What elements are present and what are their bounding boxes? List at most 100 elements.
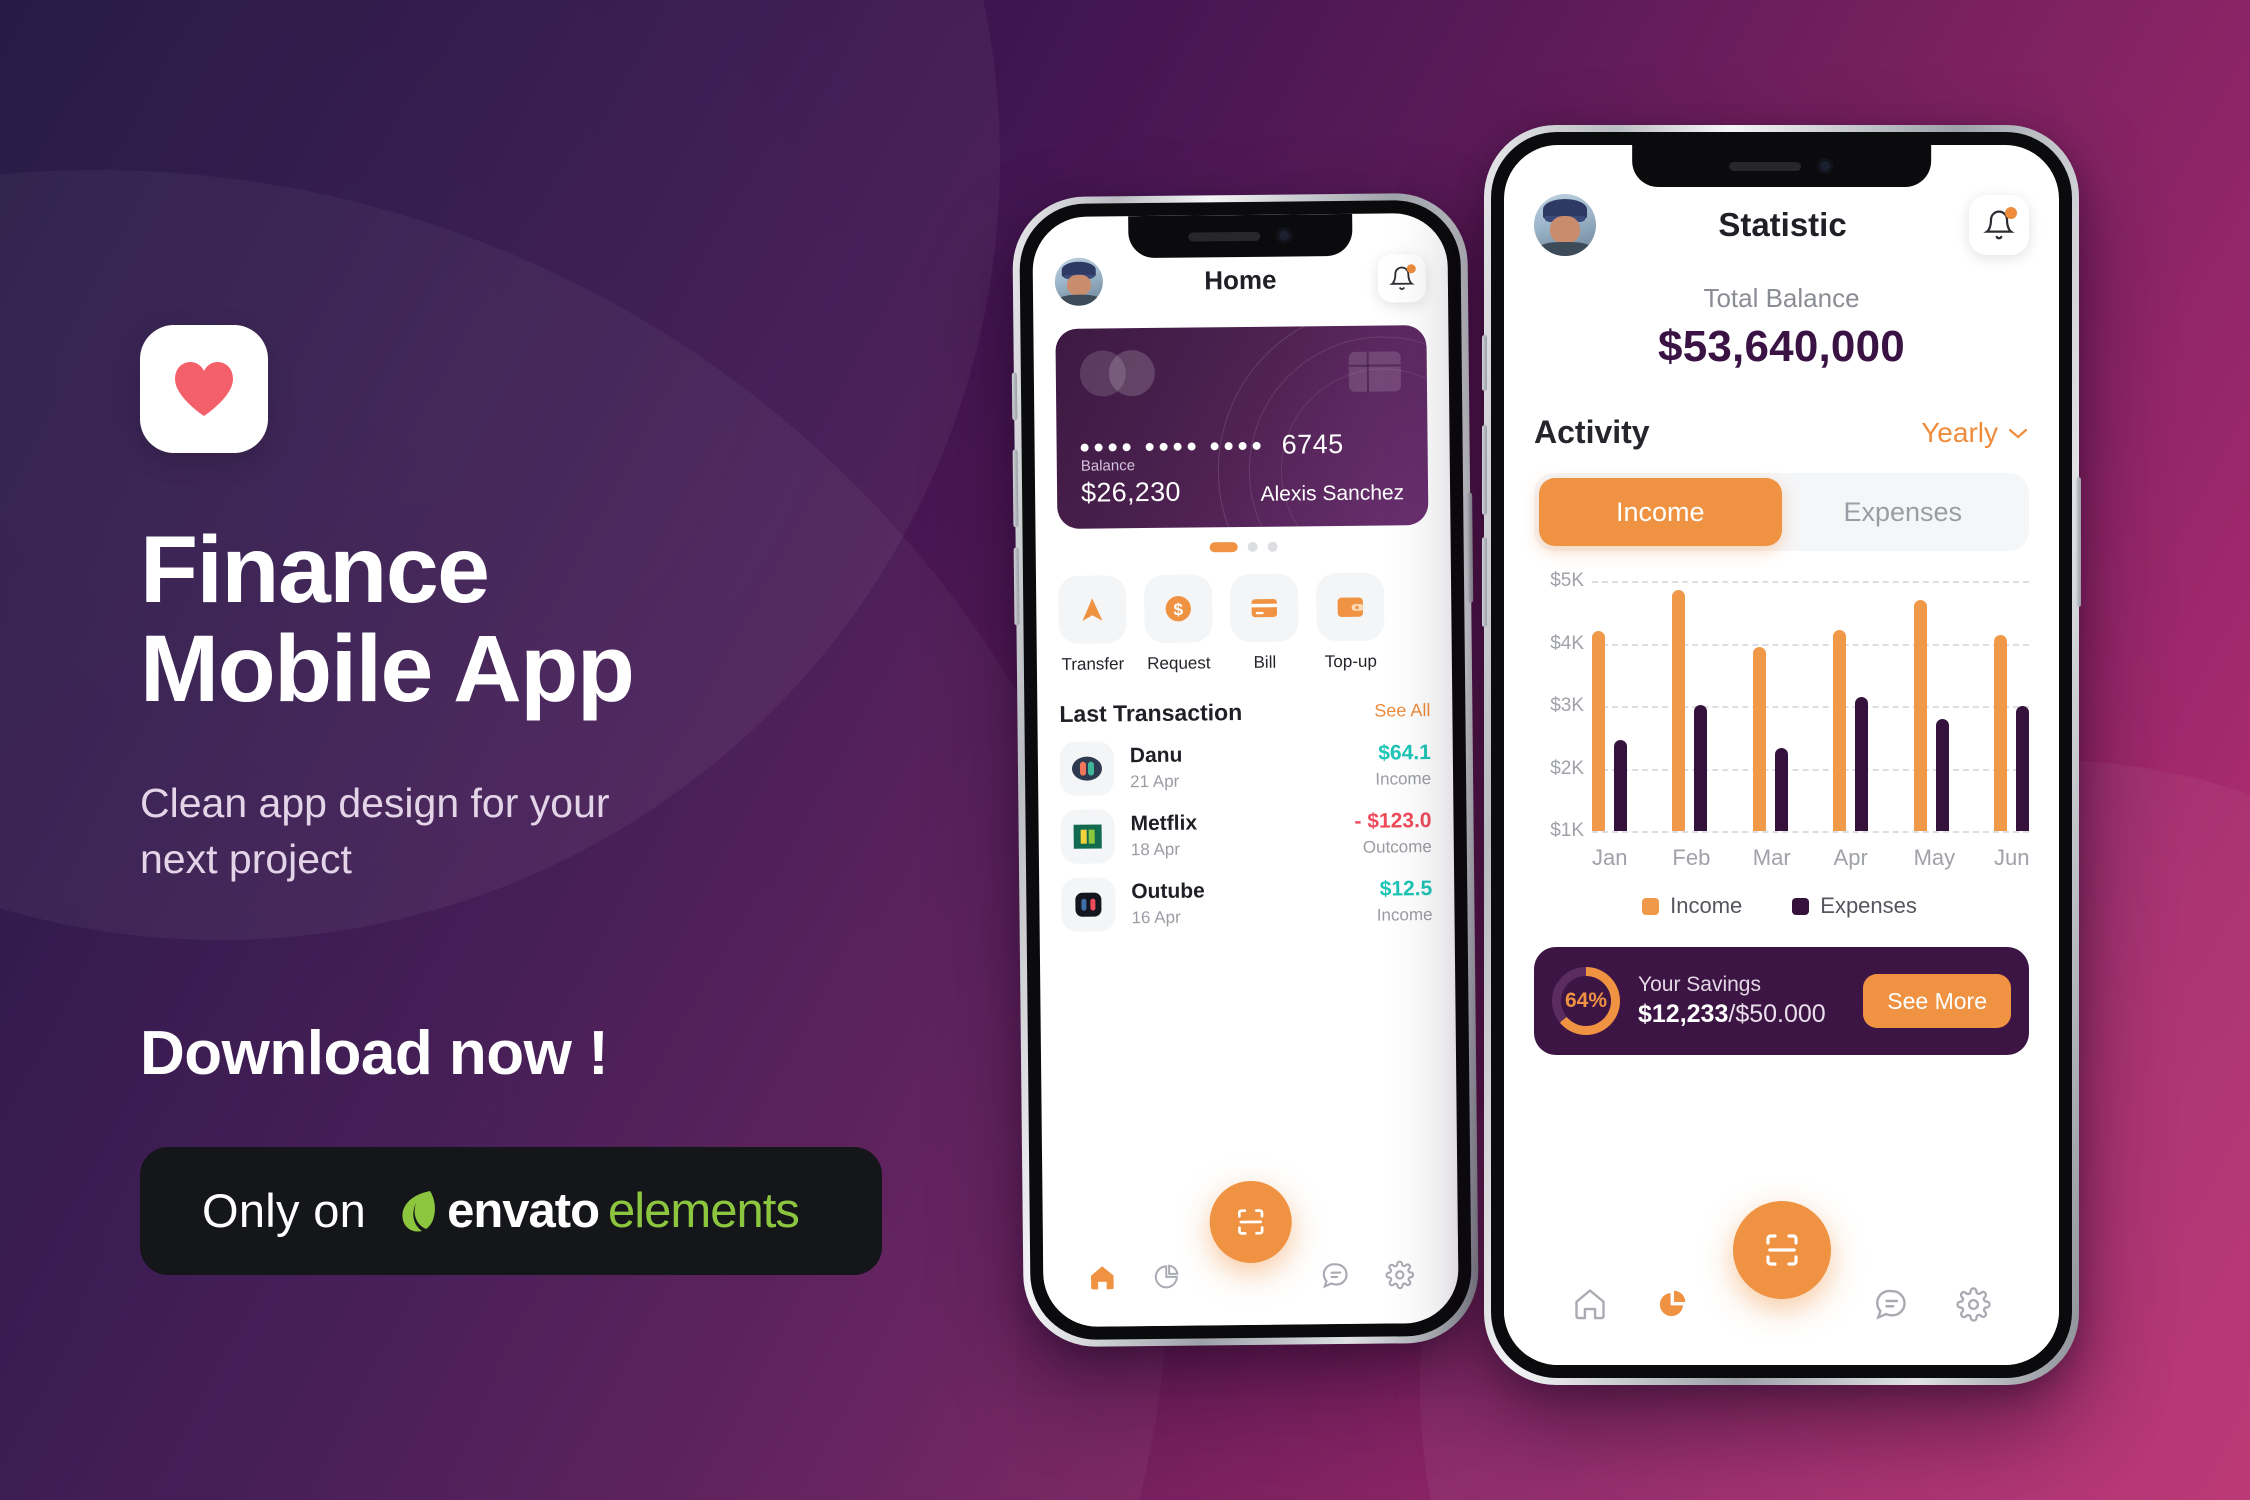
avatar[interactable] bbox=[1534, 194, 1596, 256]
nav-settings[interactable] bbox=[1385, 1260, 1415, 1289]
transaction-info: Danu 21 Apr bbox=[1130, 742, 1360, 792]
see-more-button[interactable]: See More bbox=[1863, 974, 2011, 1028]
chart-bars-container bbox=[1592, 581, 2029, 833]
envato-elements-badge[interactable]: Only on envato elements bbox=[140, 1146, 882, 1275]
quick-action-topup[interactable]: Top-up bbox=[1315, 572, 1385, 673]
table-row[interactable]: Danu 21 Apr $64.1 Income bbox=[1038, 738, 1454, 796]
carousel-dot-1[interactable] bbox=[1209, 542, 1238, 553]
chart-x-axis: Jan Feb Mar Apr May Jun bbox=[1592, 845, 2029, 871]
y-tick-label: $2K bbox=[1550, 757, 1584, 779]
nav-messages[interactable] bbox=[1873, 1286, 1909, 1322]
earpiece-speaker bbox=[1729, 161, 1802, 171]
quick-action-request[interactable]: $ Request bbox=[1143, 574, 1213, 674]
notification-button[interactable] bbox=[1969, 195, 2029, 255]
phone-volume-up-button[interactable] bbox=[1012, 449, 1019, 528]
bill-icon-box bbox=[1229, 573, 1299, 643]
carousel-dot-3[interactable] bbox=[1267, 541, 1278, 552]
chat-icon bbox=[1876, 1289, 1906, 1320]
phone-mute-switch[interactable] bbox=[1011, 372, 1018, 421]
savings-text: Your Savings $12,233/$50.000 bbox=[1638, 973, 1845, 1029]
credit-card[interactable]: 6745 Balance $26,230 Alexis Sanchez bbox=[1055, 325, 1429, 529]
home-icon bbox=[1574, 1289, 1605, 1320]
credit-card-icon bbox=[1251, 599, 1278, 618]
transaction-amount: - $123.0 bbox=[1354, 809, 1432, 833]
scan-fab-button[interactable] bbox=[1732, 1201, 1831, 1299]
subheading: Clean app design for your next project bbox=[140, 775, 960, 888]
phone-volume-down-button[interactable] bbox=[1482, 537, 1487, 627]
savings-current: $12,233 bbox=[1638, 1000, 1729, 1028]
activity-title: Activity bbox=[1534, 414, 1650, 450]
activity-chart: $5K $4K $3K $2K $1K Jan Feb Mar Apr May … bbox=[1530, 570, 2029, 919]
nav-messages[interactable] bbox=[1320, 1260, 1350, 1290]
avatar[interactable] bbox=[1054, 257, 1104, 306]
quick-action-transfer[interactable]: Transfer bbox=[1057, 575, 1127, 675]
bar-expenses-mar bbox=[1774, 747, 1788, 831]
bar-groups bbox=[1592, 581, 2029, 831]
savings-amount: $12,233/$50.000 bbox=[1638, 1000, 1845, 1029]
card-masked-group-2 bbox=[1145, 442, 1196, 451]
card-balance-label: Balance bbox=[1080, 457, 1136, 475]
app-logo bbox=[140, 325, 268, 453]
subheading-line-2: next project bbox=[140, 836, 352, 883]
x-tick-label: May bbox=[1913, 845, 1956, 870]
cta-text: Download now ! bbox=[140, 1018, 609, 1088]
nav-settings[interactable] bbox=[1956, 1286, 1991, 1322]
quick-action-label: Bill bbox=[1253, 652, 1277, 672]
card-balance-value: $26,230 bbox=[1080, 476, 1181, 508]
elements-wordmark: elements bbox=[608, 1183, 800, 1238]
transaction-amount: $64.1 bbox=[1378, 741, 1431, 765]
savings-card[interactable]: 64% Your Savings $12,233/$50.000 See Mor… bbox=[1534, 947, 2029, 1055]
transaction-type: Outcome bbox=[1362, 837, 1432, 857]
chart-plot-area: $5K $4K $3K $2K $1K bbox=[1530, 570, 2029, 841]
x-tick-label: Apr bbox=[1833, 845, 1868, 870]
phone-volume-down-button[interactable] bbox=[1013, 547, 1020, 626]
card-carousel-dots[interactable] bbox=[1036, 540, 1451, 554]
transaction-info: Outube 16 Apr bbox=[1131, 878, 1361, 928]
quick-action-bill[interactable]: Bill bbox=[1229, 573, 1299, 673]
see-all-link[interactable]: See All bbox=[1374, 700, 1430, 722]
bar-income-mar bbox=[1752, 646, 1766, 831]
gridline bbox=[1592, 831, 2029, 833]
bar-expenses-apr bbox=[1855, 696, 1869, 831]
y-tick-label: $3K bbox=[1550, 695, 1584, 716]
transaction-name: Outube bbox=[1131, 879, 1205, 904]
send-icon bbox=[1082, 598, 1103, 621]
savings-percent: 64% bbox=[1564, 989, 1608, 1012]
y-tick-label: $5K bbox=[1550, 570, 1584, 591]
subheading-line-1: Clean app design for your bbox=[140, 779, 610, 826]
savings-progress-ring: 64% bbox=[1552, 967, 1620, 1035]
legend-label: Income bbox=[1670, 893, 1743, 918]
tab-expenses[interactable]: Expenses bbox=[1782, 478, 2025, 546]
nav-statistics[interactable] bbox=[1152, 1263, 1180, 1291]
nav-statistics[interactable] bbox=[1655, 1287, 1689, 1321]
total-balance-value: $53,640,000 bbox=[1658, 322, 1905, 371]
legend-item-expenses: Expenses bbox=[1792, 893, 1917, 919]
period-selector[interactable]: Yearly bbox=[1921, 417, 2029, 449]
bar-expenses-may bbox=[1935, 718, 1949, 831]
tab-income[interactable]: Income bbox=[1539, 478, 1782, 546]
total-balance-label: Total Balance bbox=[1703, 283, 1860, 313]
bar-income-feb bbox=[1672, 590, 1686, 831]
phone-mute-switch[interactable] bbox=[1482, 335, 1487, 391]
gear-icon bbox=[1385, 1260, 1415, 1289]
activity-header: Activity Yearly bbox=[1504, 414, 2059, 451]
phone-power-button[interactable] bbox=[2076, 477, 2081, 607]
transaction-logo bbox=[1061, 877, 1116, 932]
scan-fab-button[interactable] bbox=[1208, 1180, 1292, 1264]
table-row[interactable]: Metflix 18 Apr - $123.0 Outcome bbox=[1038, 806, 1454, 864]
x-tick-label: Jan bbox=[1592, 845, 1628, 870]
notification-button[interactable] bbox=[1377, 254, 1427, 303]
nav-home[interactable] bbox=[1087, 1262, 1117, 1292]
home-screen: Home 6745 Balance $26,230 Alexis Sanchez… bbox=[1032, 212, 1459, 1328]
quick-action-label: Request bbox=[1147, 653, 1211, 674]
transfer-icon-box bbox=[1057, 575, 1127, 644]
carousel-dot-2[interactable] bbox=[1247, 541, 1258, 552]
legend-swatch-income bbox=[1642, 897, 1660, 915]
table-row[interactable]: Outube 16 Apr $12.5 Income bbox=[1039, 874, 1455, 932]
phone-volume-up-button[interactable] bbox=[1482, 425, 1487, 515]
page-title: Finance Mobile App bbox=[140, 521, 960, 719]
danu-logo-icon bbox=[1071, 756, 1102, 781]
earpiece-speaker bbox=[1187, 231, 1260, 242]
quick-action-label: Top-up bbox=[1324, 651, 1377, 672]
nav-home[interactable] bbox=[1572, 1286, 1608, 1322]
